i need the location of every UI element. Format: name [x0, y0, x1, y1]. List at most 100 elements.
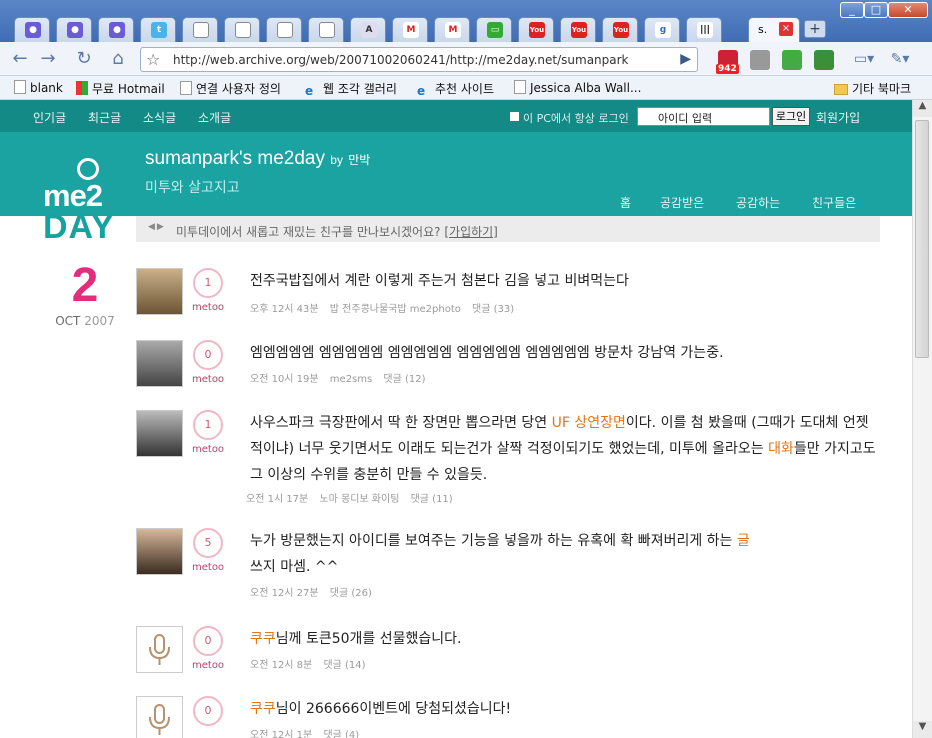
nav-popular[interactable]: 인기글	[33, 109, 66, 126]
vertical-scrollbar[interactable]: ▲ ▼	[912, 100, 932, 738]
tab-active[interactable]: s. ×	[748, 17, 800, 42]
page-menu-icon[interactable]: ▭▾	[852, 47, 876, 71]
avatar[interactable]	[136, 340, 183, 387]
user-link[interactable]: 쿠쿠	[250, 631, 276, 647]
avatar[interactable]	[136, 268, 183, 315]
tag-link[interactable]: UF 상연장면	[552, 415, 626, 431]
tab[interactable]	[266, 17, 302, 42]
blog-title[interactable]: sumanpark's me2day by 만박	[145, 148, 370, 170]
tag-link[interactable]: 글	[737, 533, 750, 549]
bookmark[interactable]: 무료 Hotmail	[76, 80, 165, 97]
tab[interactable]: ●	[14, 17, 50, 42]
address-bar[interactable]: ☆ http://web.archive.org/web/20071002060…	[140, 47, 698, 72]
avatar[interactable]	[136, 410, 183, 457]
scroll-up-icon[interactable]: ▲	[913, 100, 932, 117]
bookmark[interactable]: e웹 조각 갤러리	[305, 80, 397, 98]
post-time[interactable]: 오전 12시 27분	[250, 588, 319, 599]
comments-link[interactable]: 댓글 (26)	[330, 588, 372, 599]
forward-button[interactable]: →	[36, 47, 60, 71]
metoo-button[interactable]: 5 metoo	[192, 528, 224, 580]
tab[interactable]: A	[350, 17, 386, 42]
google-icon: g	[655, 22, 671, 38]
page-icon	[514, 80, 526, 94]
nav-recent[interactable]: 최근글	[88, 109, 121, 126]
blog-description: 미투와 살고지고	[145, 180, 240, 196]
bookmark[interactable]: e 추천 사이트	[417, 80, 494, 98]
close-window-button[interactable]: ✕	[888, 2, 928, 18]
post-time[interactable]: 오후 12시 43분	[250, 304, 319, 315]
trash-icon[interactable]	[750, 50, 770, 70]
extension-badge: 942	[716, 64, 739, 74]
comments-link[interactable]: 댓글 (14)	[323, 660, 365, 671]
metoo-button[interactable]: 1 metoo	[192, 268, 224, 320]
ie-icon: e	[305, 84, 314, 98]
star-icon[interactable]: ☆	[146, 50, 160, 69]
back-button[interactable]: ←	[8, 47, 32, 71]
owner-nickname[interactable]: 만박	[348, 153, 370, 167]
go-icon[interactable]: ▶	[680, 51, 691, 67]
avatar[interactable]	[136, 528, 183, 575]
tab-received-empathy[interactable]: 공감받은	[660, 194, 704, 211]
tab[interactable]	[182, 17, 218, 42]
user-link[interactable]: 쿠쿠	[250, 701, 276, 717]
tab-friends[interactable]: 친구들은	[812, 194, 856, 211]
post-time[interactable]: 오전 12시 1분	[250, 730, 312, 738]
metoo-button[interactable]: 0 metoo	[192, 340, 224, 392]
scroll-down-icon[interactable]: ▼	[913, 721, 932, 738]
refresh-extension-icon[interactable]	[782, 50, 802, 70]
remember-login-checkbox[interactable]	[509, 111, 520, 122]
avatar[interactable]	[136, 696, 183, 738]
nav-intro[interactable]: 소개글	[198, 109, 231, 126]
reload-button[interactable]: ↻	[72, 47, 96, 71]
tab[interactable]: You	[518, 17, 554, 42]
comments-link[interactable]: 댓글 (4)	[323, 730, 359, 738]
bookmark[interactable]: 연결 사용자 정의	[180, 80, 281, 97]
comments-link[interactable]: 댓글 (11)	[411, 494, 453, 505]
metoo-button[interactable]: 0 metoo	[192, 626, 224, 678]
tab[interactable]: g	[644, 17, 680, 42]
maximize-button[interactable]: □	[864, 2, 888, 18]
avatar[interactable]	[136, 626, 183, 673]
tab[interactable]: ●	[98, 17, 134, 42]
wrench-menu-icon[interactable]: ✎▾	[888, 47, 912, 71]
id-input[interactable]: 아이디 입력	[637, 107, 770, 126]
metoo-button[interactable]: 1 metoo	[192, 410, 224, 462]
post-time[interactable]: 오전 12시 8분	[250, 660, 312, 671]
scrollbar-thumb[interactable]	[915, 120, 929, 358]
comments-link[interactable]: 댓글 (33)	[472, 304, 514, 315]
tab[interactable]: You	[560, 17, 596, 42]
promo-signup-link[interactable]: [가입하기]	[444, 225, 498, 239]
evernote-icon[interactable]	[814, 50, 834, 70]
post-time[interactable]: 오전 10시 19분	[250, 374, 319, 385]
tab[interactable]: ●	[56, 17, 92, 42]
tab[interactable]: |||	[686, 17, 722, 42]
tab[interactable]: M	[434, 17, 470, 42]
bookmark[interactable]: Jessica Alba Wall...	[514, 80, 641, 95]
tab[interactable]: t	[140, 17, 176, 42]
carousel-arrows-icon[interactable]: ◀▶	[148, 222, 166, 232]
tab-giving-empathy[interactable]: 공감하는	[736, 194, 780, 211]
nav-news[interactable]: 소식글	[143, 109, 176, 126]
tag-link[interactable]: 대화	[768, 441, 794, 457]
minimize-button[interactable]: _	[840, 2, 864, 18]
signup-link[interactable]: 회원가입	[816, 109, 860, 126]
home-button[interactable]: ⌂	[106, 47, 130, 71]
post-text: 전주국밥집에서 계란 이렇게 주는거 첨본다 김을 넣고 비벼먹는다	[250, 273, 629, 289]
other-bookmarks[interactable]: 기타 북마크	[834, 80, 911, 97]
post-source[interactable]: 노마 몽디보 화이팅	[319, 494, 399, 505]
post-time[interactable]: 오전 1시 17분	[246, 494, 308, 505]
tab[interactable]	[224, 17, 260, 42]
login-button[interactable]: 로그인	[772, 107, 810, 126]
tab[interactable]: You	[602, 17, 638, 42]
post-source[interactable]: 밥 전주콩나물국밥 me2photo	[330, 304, 461, 315]
tab-home[interactable]: 홈	[620, 194, 631, 211]
post-source[interactable]: me2sms	[330, 374, 372, 385]
bookmark[interactable]: blank	[14, 80, 63, 95]
tab[interactable]	[308, 17, 344, 42]
tab[interactable]: M	[392, 17, 428, 42]
new-tab-button[interactable]: +	[804, 20, 826, 38]
metoo-button[interactable]: 0	[192, 696, 224, 738]
close-tab-icon[interactable]: ×	[779, 22, 793, 36]
comments-link[interactable]: 댓글 (12)	[383, 374, 425, 385]
tab[interactable]: ▭	[476, 17, 512, 42]
